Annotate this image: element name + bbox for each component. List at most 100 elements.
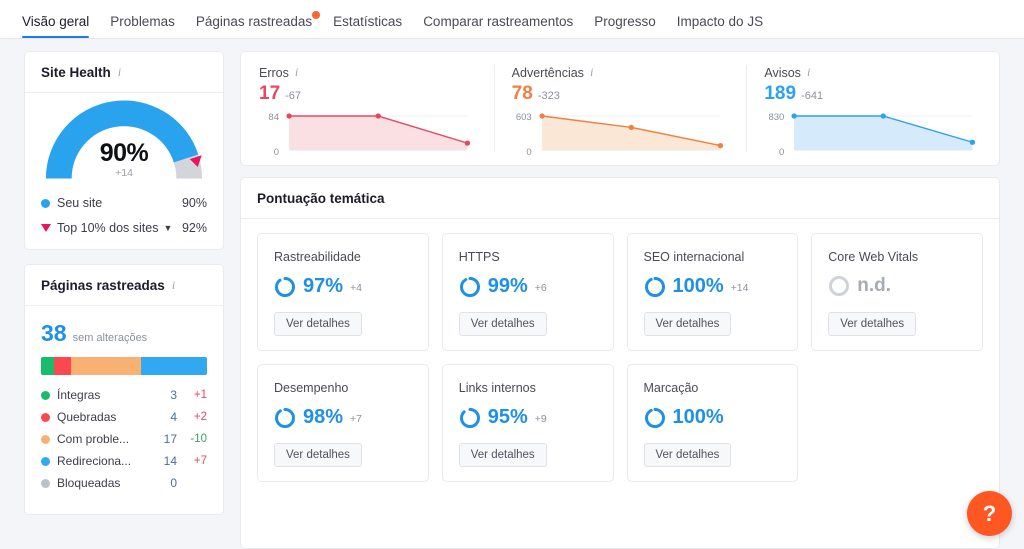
info-icon[interactable]: i bbox=[172, 278, 175, 293]
crawled-pages-row-label: Bloqueadas bbox=[57, 476, 121, 490]
nav-tab-label: Estatísticas bbox=[333, 14, 403, 29]
score-card-value-row: 98% +7 bbox=[274, 406, 412, 429]
score-card-title: Desempenho bbox=[274, 381, 349, 395]
right-column: Erros i 17 -67 84 0 Advertências i 78 -323 603 0 Avi… bbox=[240, 51, 1000, 549]
nav-tab-5[interactable]: Progresso bbox=[594, 14, 656, 38]
view-details-button[interactable]: Ver detalhes bbox=[828, 312, 917, 336]
view-details-button[interactable]: Ver detalhes bbox=[643, 312, 732, 336]
crawled-pages-row-count: 14 bbox=[163, 454, 177, 468]
left-column: Site Health i 90% +14 Seu site 90% Top 10%… bbox=[24, 51, 224, 549]
nav-tab-label: Progresso bbox=[594, 14, 656, 29]
axis-tick-min: 0 bbox=[526, 147, 532, 158]
score-card-2: SEO internacional 100% +14 Ver detalhes bbox=[626, 233, 799, 351]
nav-tab-4[interactable]: Comparar rastreamentos bbox=[423, 14, 573, 38]
nav-tab-2[interactable]: Páginas rastreadas bbox=[196, 11, 321, 38]
sparkline-axis: 84 0 bbox=[259, 112, 285, 158]
score-card-value: n.d. bbox=[857, 275, 892, 296]
help-button[interactable]: ? bbox=[967, 491, 1012, 536]
view-details-button[interactable]: Ver detalhes bbox=[458, 443, 547, 467]
crawled-pages-row[interactable]: Bloqueadas 0 bbox=[41, 476, 207, 490]
axis-tick-max: 603 bbox=[515, 112, 532, 123]
crawled-pages-card: Páginas rastreadas i 38 sem alterações Í… bbox=[24, 264, 224, 515]
crawled-pages-row-label: Redireciona... bbox=[57, 454, 132, 468]
site-health-header: Site Health i bbox=[25, 52, 223, 93]
crawled-pages-row-delta: -10 bbox=[190, 433, 207, 445]
nav-tab-3[interactable]: Estatísticas bbox=[333, 14, 402, 38]
score-card-value-row: n.d. bbox=[828, 275, 966, 297]
site-health-body: 90% +14 Seu site 90% Top 10% dos sites ▼ 92% bbox=[25, 93, 223, 249]
score-card-value: 100% bbox=[672, 275, 724, 297]
score-ring-icon bbox=[275, 407, 295, 428]
metric-0: Erros i 17 -67 84 0 bbox=[241, 63, 494, 158]
dot-marker-icon bbox=[41, 456, 50, 466]
crawled-pages-row-label: Quebradas bbox=[57, 410, 117, 424]
score-card-1: HTTPS 99% +6 Ver detalhes bbox=[441, 233, 614, 351]
crawled-pages-header: Páginas rastreadas i bbox=[25, 265, 223, 306]
gauge-center-label: 90% +14 bbox=[41, 139, 207, 179]
metric-delta: -67 bbox=[285, 90, 302, 102]
info-icon[interactable]: i bbox=[295, 65, 298, 80]
score-card-value-row: 95% +9 bbox=[459, 406, 597, 429]
view-details-button[interactable]: Ver detalhes bbox=[643, 443, 732, 467]
view-details-button[interactable]: Ver detalhes bbox=[458, 312, 547, 336]
metric-value-row: 78 -323 bbox=[512, 83, 729, 105]
main-tab-bar: Visão geral Problemas Páginas rastreadas Es… bbox=[0, 0, 1024, 39]
score-ring-icon bbox=[644, 276, 665, 297]
metric-value-row: 17 -67 bbox=[259, 83, 476, 105]
crawled-pages-row[interactable]: Redireciona... 14 +7 bbox=[41, 454, 207, 468]
nav-tab-label: Visão geral bbox=[22, 14, 90, 29]
crawled-pages-legend: Íntegras 3 +1 Quebradas 4 +2 Com proble... 17 -1… bbox=[41, 388, 207, 490]
stack-segment bbox=[140, 357, 207, 375]
nav-tab-6[interactable]: Impacto do JS bbox=[677, 14, 763, 38]
axis-tick-min: 0 bbox=[779, 147, 785, 158]
sparkline-axis: 830 0 bbox=[764, 112, 790, 158]
view-details-button[interactable]: Ver detalhes bbox=[274, 312, 362, 336]
site-health-legend-label: Top 10% dos sites bbox=[57, 221, 159, 235]
crawled-pages-row[interactable]: Com proble... 17 -10 bbox=[41, 432, 207, 446]
score-card-value-row: 99% +6 bbox=[459, 275, 597, 298]
thematic-score-card: Pontuação temática Rastreabilidade 97% +4 V… bbox=[240, 177, 1000, 549]
crawled-pages-body: 38 sem alterações Íntegras 3 +1 Quebradas 4 +… bbox=[25, 306, 223, 514]
crawled-pages-title: Páginas rastreadas bbox=[41, 278, 165, 293]
view-details-button[interactable]: Ver detalhes bbox=[274, 443, 362, 467]
score-card-value-row: 97% +4 bbox=[274, 275, 412, 298]
crawled-pages-row[interactable]: Quebradas 4 +2 bbox=[41, 410, 207, 424]
score-card-5: Links internos 95% +9 Ver detalhes bbox=[441, 364, 614, 482]
nav-tab-label: Comparar rastreamentos bbox=[423, 14, 574, 29]
score-card-title: HTTPS bbox=[458, 250, 500, 264]
nav-tab-1[interactable]: Problemas bbox=[110, 14, 175, 38]
metric-label: Erros bbox=[259, 65, 289, 80]
site-health-percent: 90% bbox=[99, 139, 149, 167]
info-icon[interactable]: i bbox=[590, 65, 593, 80]
crawled-pages-row[interactable]: Íntegras 3 +1 bbox=[41, 388, 207, 402]
site-health-legend-row: Top 10% dos sites ▼ 92% bbox=[41, 221, 207, 235]
thematic-score-grid: Rastreabilidade 97% +4 Ver detalhes HTTPS 99%… bbox=[241, 219, 999, 498]
score-card-delta: +4 bbox=[350, 282, 363, 294]
crawled-pages-row-delta: +1 bbox=[193, 389, 207, 401]
chevron-down-icon[interactable]: ▼ bbox=[163, 223, 172, 233]
crawled-pages-stacked-bar bbox=[41, 357, 207, 375]
crawled-pages-count: 38 bbox=[41, 320, 67, 346]
metric-label: Avisos bbox=[764, 65, 801, 80]
dot-marker-icon bbox=[41, 390, 50, 400]
crawled-pages-row-count: 17 bbox=[163, 432, 177, 446]
info-icon[interactable]: i bbox=[118, 65, 121, 80]
axis-tick-max: 830 bbox=[768, 112, 785, 123]
axis-tick-max: 84 bbox=[268, 112, 279, 123]
page-body: Site Health i 90% +14 Seu site 90% Top 10%… bbox=[0, 39, 1024, 549]
nav-tab-0[interactable]: Visão geral bbox=[22, 14, 90, 38]
info-icon[interactable]: i bbox=[807, 65, 810, 80]
metrics-card: Erros i 17 -67 84 0 Advertências i 78 -323 603 0 Avi… bbox=[240, 51, 1000, 166]
axis-tick-min: 0 bbox=[273, 147, 279, 158]
metric-delta: -323 bbox=[537, 90, 560, 102]
score-ring-icon bbox=[275, 276, 295, 297]
crawled-pages-row-delta: +2 bbox=[193, 411, 207, 423]
site-health-gauge: 90% +14 bbox=[41, 99, 207, 185]
site-health-delta: +14 bbox=[115, 167, 133, 179]
metric-label: Advertências bbox=[511, 65, 584, 80]
score-ring-icon bbox=[459, 276, 480, 297]
crawled-pages-row-count: 3 bbox=[170, 388, 177, 402]
site-health-legend-label: Seu site bbox=[57, 196, 103, 210]
score-card-4: Desempenho 98% +7 Ver detalhes bbox=[257, 364, 429, 482]
site-health-title: Site Health bbox=[41, 65, 111, 80]
